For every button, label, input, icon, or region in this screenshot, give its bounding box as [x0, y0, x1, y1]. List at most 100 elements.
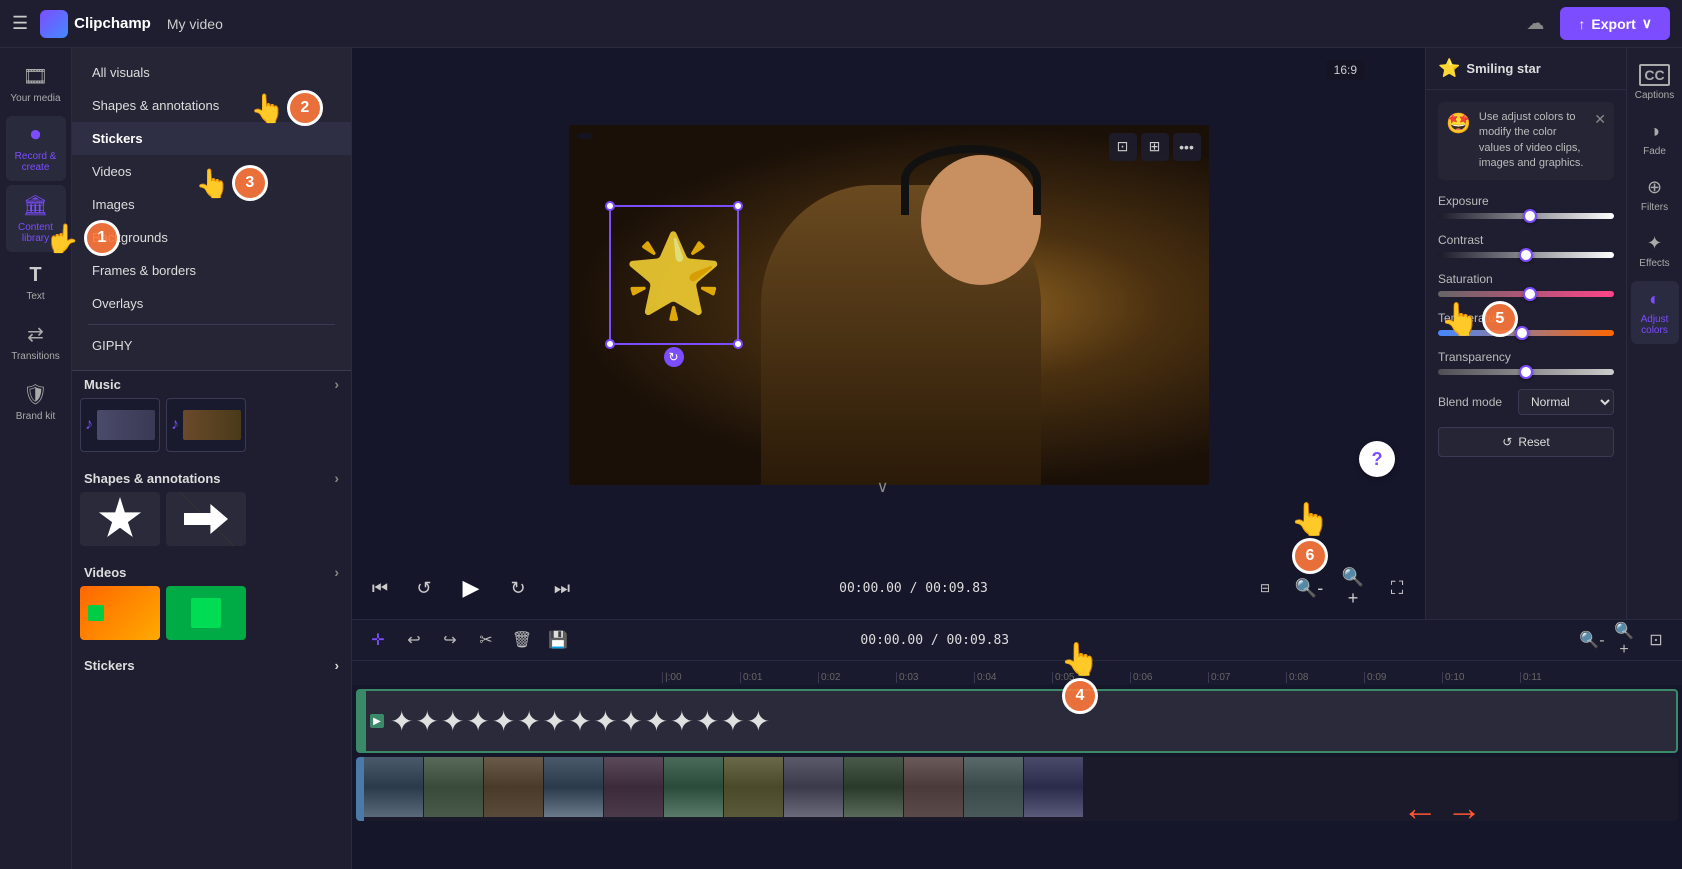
resize-handle-br[interactable] [733, 339, 743, 349]
sidebar-item-label: Brand kit [16, 411, 55, 422]
export-button[interactable]: ↑ Export ∨ [1560, 7, 1670, 40]
music-label: Music [84, 377, 121, 392]
menu-all-visuals[interactable]: All visuals [72, 56, 351, 89]
play-button[interactable]: ▶ [452, 569, 490, 607]
delete-button[interactable]: 🗑 [508, 626, 536, 654]
ruler-mark-0: |:00 [662, 672, 740, 683]
fullscreen-tool-button[interactable]: ⊞ [1141, 133, 1169, 161]
blend-mode-row: Blend mode Normal Multiply Screen Overla… [1438, 389, 1614, 415]
tab-adjust-colors[interactable]: ◐ Adjustcolors [1631, 281, 1679, 344]
content-panel: All Audio ▾ Visuals All visuals Shapes &… [72, 48, 352, 869]
sticker-content: 🌟 [611, 207, 737, 343]
sticker-track-content[interactable]: ▶ ✦ ✦ ✦ ✦ ✦ ✦ ✦ ✦ ✦ ✦ ✦ [364, 689, 1678, 753]
menu-images[interactable]: Images [72, 188, 351, 221]
star-7: ✦ [543, 705, 566, 738]
captions-icon: CC [1639, 64, 1669, 86]
save-snapshot-button[interactable]: 💾 [544, 626, 572, 654]
sticker-rotate-handle[interactable]: ↻ [664, 347, 684, 367]
tab-captions[interactable]: CC Captions [1631, 56, 1679, 109]
temperature-slider-group: Temperature [1438, 311, 1614, 336]
zoom-in-timeline-button[interactable]: 🔍+ [1610, 626, 1638, 654]
star-3: ✦ [441, 705, 464, 738]
sidebar-item-record[interactable]: ⏺ Record &create [6, 116, 66, 181]
saturation-slider-track[interactable] [1438, 291, 1614, 297]
shapes-arrow[interactable]: › [334, 470, 339, 486]
video-title[interactable]: My video [167, 16, 223, 32]
stickers-arrow[interactable]: › [335, 658, 339, 673]
menu-videos[interactable]: Videos [72, 155, 351, 188]
tab-fade[interactable]: ◑ Fade [1631, 113, 1679, 165]
sidebar-item-transitions[interactable]: ⇄ Transitions [6, 314, 66, 370]
music-thumb-1[interactable]: ♪ [80, 398, 160, 452]
sticker-element[interactable]: 🌟 ↻ [609, 205, 739, 345]
info-close-button[interactable]: ✕ [1594, 110, 1606, 130]
transparency-slider-track[interactable] [1438, 369, 1614, 375]
video-thumb-1[interactable] [80, 586, 160, 640]
temperature-slider-thumb[interactable] [1515, 326, 1529, 340]
vf-4 [544, 757, 604, 817]
timeline-area: ✛ ↩ ↪ ✂ 🗑 💾 00:00.00 / 00:09.83 🔍- 🔍+ ⊡ [352, 619, 1682, 869]
more-options-button[interactable]: ••• [1173, 133, 1201, 161]
playback-rewind-button[interactable]: ↺ [408, 572, 440, 604]
adjust-panel-content: 🤩 Use adjust colors to modify the color … [1426, 90, 1626, 619]
saturation-slider-thumb[interactable] [1523, 287, 1537, 301]
playback-forward-button[interactable]: ↻ [502, 572, 534, 604]
menu-backgrounds[interactable]: Backgrounds [72, 221, 351, 254]
sidebar-item-text[interactable]: T Text [6, 256, 66, 310]
menu-shapes[interactable]: Shapes & annotations [72, 89, 351, 122]
text-icon: T [29, 264, 41, 287]
menu-frames[interactable]: Frames & borders [72, 254, 351, 287]
star-6: ✦ [517, 705, 540, 738]
shapes-label: Shapes & annotations [84, 471, 221, 486]
exposure-slider-thumb[interactable] [1523, 209, 1537, 223]
resize-handle-tl[interactable] [605, 201, 615, 211]
video-thumb-2[interactable] [166, 586, 246, 640]
temperature-slider-track[interactable] [1438, 330, 1614, 336]
videos-arrow[interactable]: › [334, 564, 339, 580]
shape-thumb-burst[interactable] [80, 492, 160, 546]
zoom-out-preview-button[interactable]: 🔍- [1293, 572, 1325, 604]
hamburger-icon[interactable]: ☰ [12, 13, 28, 34]
redo-button[interactable]: ↪ [436, 626, 464, 654]
ruler-mark-10: 0:10 [1442, 672, 1520, 683]
shape-thumb-arrow[interactable] [166, 492, 246, 546]
menu-overlays[interactable]: Overlays [72, 287, 351, 320]
cut-button[interactable]: ✂ [472, 626, 500, 654]
fullscreen-preview-button[interactable]: ⛶ [1381, 572, 1413, 604]
resize-tool-button[interactable]: ⊡ [1109, 133, 1137, 161]
tab-effects[interactable]: ✦ Effects [1631, 225, 1679, 277]
resize-handle-tr[interactable] [733, 201, 743, 211]
contrast-slider-track[interactable] [1438, 252, 1614, 258]
playback-skip-back-button[interactable]: ⏮ [364, 572, 396, 604]
fit-timeline-button[interactable]: ⊡ [1642, 626, 1670, 654]
music-thumb-2[interactable]: ♪ [166, 398, 246, 452]
add-media-button[interactable]: ✛ [364, 626, 392, 654]
music-arrow[interactable]: › [334, 376, 339, 392]
zoom-out-timeline-button[interactable]: 🔍- [1578, 626, 1606, 654]
undo-button[interactable]: ↩ [400, 626, 428, 654]
panel-chevron-down[interactable]: ∨ [877, 477, 889, 497]
star-13: ✦ [696, 705, 719, 738]
menu-stickers[interactable]: Stickers [72, 122, 351, 155]
menu-giphy[interactable]: GIPHY [72, 329, 351, 362]
video-preview[interactable]: 🌟 ↻ ⊡ ⊞ [569, 125, 1209, 485]
video-track-content[interactable] [364, 757, 1678, 821]
vf-11 [964, 757, 1024, 817]
transparency-slider-thumb[interactable] [1519, 365, 1533, 379]
help-button[interactable]: ? [1359, 441, 1395, 477]
sidebar-item-label: Record &create [15, 151, 57, 173]
reset-button[interactable]: ↺ Reset [1438, 427, 1614, 457]
tab-filters[interactable]: ⊕ Filters [1631, 169, 1679, 221]
sidebar-item-brand[interactable]: 🛡 Brand kit [6, 374, 66, 430]
contrast-slider-thumb[interactable] [1519, 248, 1533, 262]
zoom-in-preview-button[interactable]: 🔍+ [1337, 572, 1369, 604]
resize-handle-bl[interactable] [605, 339, 615, 349]
blend-mode-select[interactable]: Normal Multiply Screen Overlay [1518, 389, 1614, 415]
exposure-slider-track[interactable] [1438, 213, 1614, 219]
transparency-label: Transparency [1438, 350, 1614, 364]
playback-skip-forward-button[interactable]: ⏭ [546, 572, 578, 604]
sidebar-item-content[interactable]: 🏛 Contentlibrary [6, 185, 66, 252]
videos-label: Videos [84, 565, 126, 580]
playback-caption-button[interactable]: ⊟ [1249, 572, 1281, 604]
sidebar-item-your-media[interactable]: 🎞 Your media [6, 56, 66, 112]
